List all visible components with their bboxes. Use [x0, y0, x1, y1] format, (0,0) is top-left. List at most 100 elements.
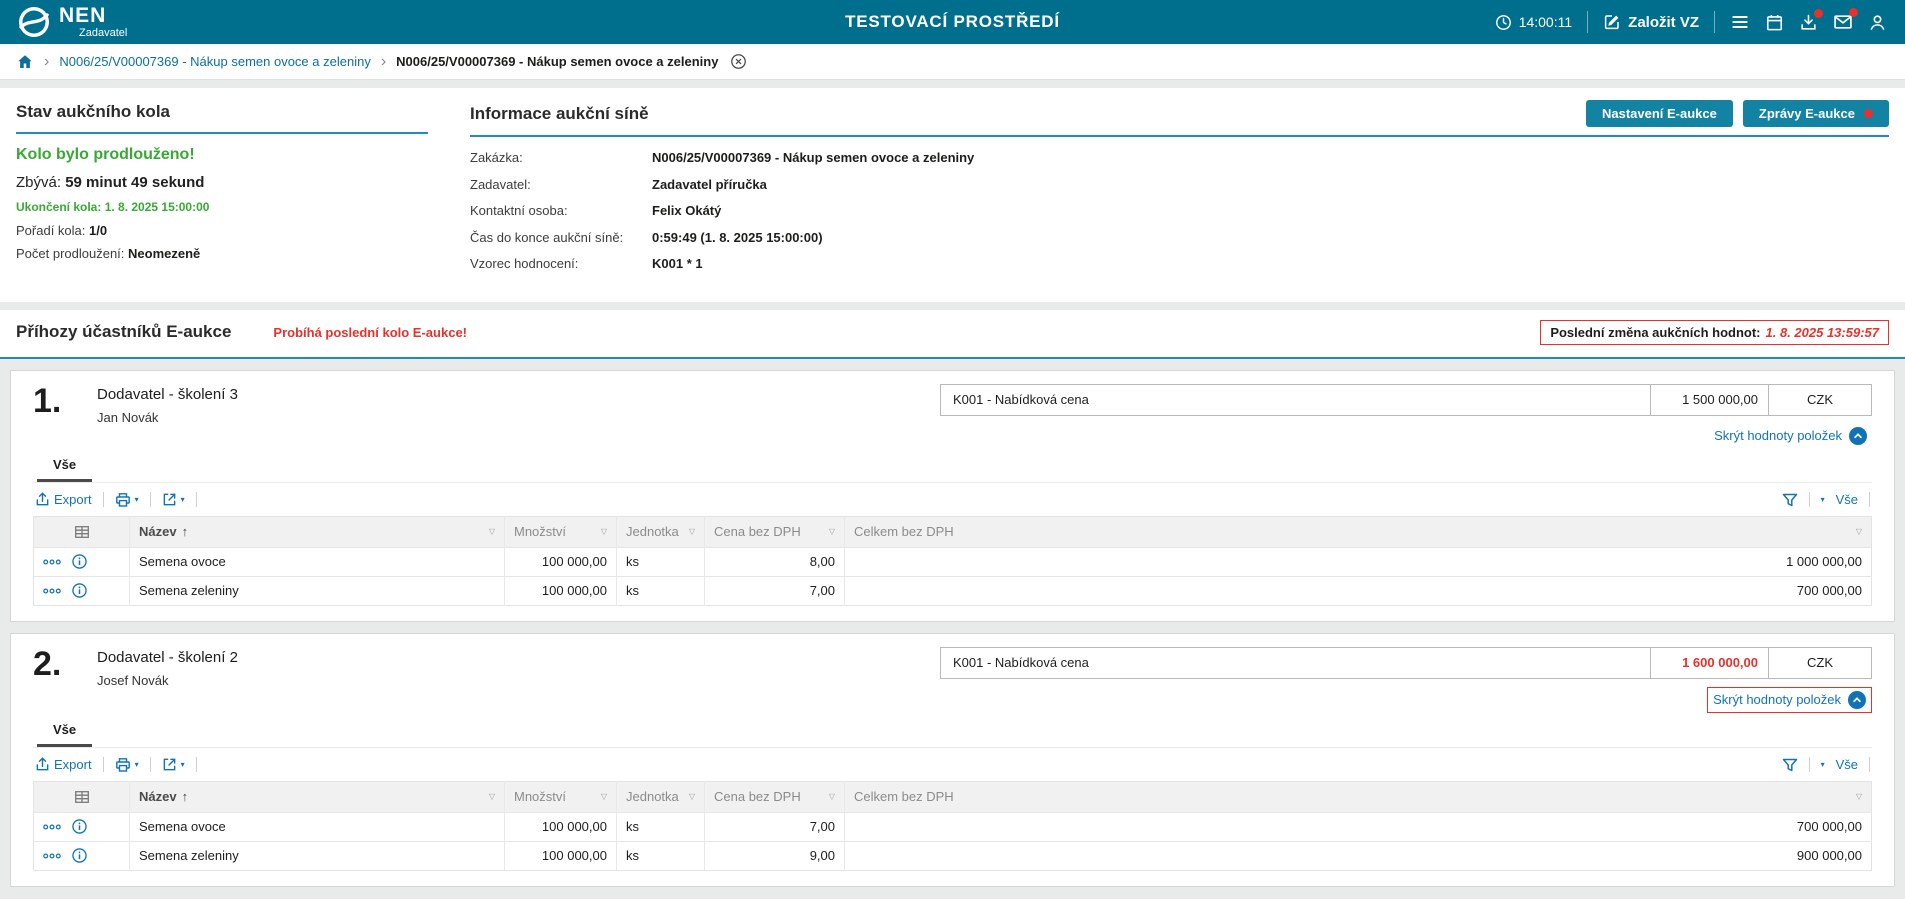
messages-button[interactable]: [1833, 12, 1853, 32]
dropdown-caret-icon[interactable]: ▾: [135, 496, 139, 504]
export-button[interactable]: Export: [35, 757, 92, 772]
column-settings-header[interactable]: [34, 516, 130, 547]
column-header-unit-price[interactable]: Cena bez DPH▽: [705, 781, 845, 812]
item-unit: ks: [617, 547, 705, 576]
participant-company: Dodavatel - školení 3: [97, 386, 238, 403]
filter-caret-icon[interactable]: ▽: [1856, 528, 1862, 536]
show-all-link[interactable]: Vše: [1836, 492, 1858, 507]
create-vz-button[interactable]: Založit VZ: [1603, 13, 1699, 31]
item-unit: ks: [617, 576, 705, 605]
column-header-quantity[interactable]: Množství▽: [505, 516, 617, 547]
dropdown-caret-icon[interactable]: ▾: [135, 761, 139, 769]
notification-dot: [1849, 8, 1858, 17]
info-panel-title: Informace aukční síně: [470, 104, 649, 124]
bid-value: 1 600 000,00: [1651, 648, 1769, 678]
sort-asc-icon: ↑: [182, 789, 189, 804]
dropdown-caret-icon: ▾: [1821, 496, 1825, 504]
view-dropdown[interactable]: ▾: [1821, 496, 1825, 504]
column-header-unit[interactable]: Jednotka▽: [617, 781, 705, 812]
table-grid-icon[interactable]: [74, 524, 90, 540]
column-header-total[interactable]: Celkem bez DPH▽: [845, 781, 1872, 812]
item-name: Semena ovoce: [130, 547, 505, 576]
info-icon[interactable]: [72, 848, 87, 863]
share-export-button[interactable]: ▾: [162, 492, 185, 507]
downloads-button[interactable]: [1799, 13, 1818, 32]
items-table: Název↑ ▽ Množství▽ Jednotka▽ Cena bez DP…: [33, 516, 1872, 606]
filter-caret-icon[interactable]: ▽: [829, 528, 835, 536]
dropdown-caret-icon[interactable]: ▾: [181, 496, 185, 504]
auction-settings-button[interactable]: Nastavení E-aukce: [1586, 100, 1733, 127]
separator: [1809, 757, 1810, 772]
auction-messages-button[interactable]: Zprávy E-aukce: [1743, 100, 1889, 127]
export-button[interactable]: Export: [35, 492, 92, 507]
filter-caret-icon[interactable]: ▽: [689, 793, 695, 801]
column-settings-header[interactable]: [34, 781, 130, 812]
column-header-name[interactable]: Název↑ ▽: [130, 516, 505, 547]
home-icon[interactable]: [16, 53, 34, 71]
item-unit: ks: [617, 841, 705, 870]
filter-caret-icon[interactable]: ▽: [1856, 793, 1862, 801]
hide-values-link[interactable]: Skrýt hodnoty položek: [1714, 428, 1842, 443]
column-header-name[interactable]: Název↑ ▽: [130, 781, 505, 812]
chevron-right-icon: ›: [44, 54, 49, 70]
participant-card: 2. Dodavatel - školení 2 Josef Novák K00…: [10, 633, 1895, 887]
item-quantity: 100 000,00: [505, 547, 617, 576]
edit-icon: [1603, 13, 1621, 31]
app-logo[interactable]: NEN Zadavatel: [18, 5, 127, 39]
item-total: 700 000,00: [845, 576, 1872, 605]
print-button[interactable]: ▾: [115, 757, 139, 773]
share-export-button[interactable]: ▾: [162, 757, 185, 772]
brand-name: NEN: [59, 5, 127, 26]
menu-button[interactable]: [1730, 12, 1750, 32]
collapse-up-icon[interactable]: [1849, 427, 1867, 445]
column-header-quantity[interactable]: Množství▽: [505, 781, 617, 812]
close-tab-icon[interactable]: [730, 53, 747, 70]
clock-icon: [1495, 14, 1512, 31]
print-button[interactable]: ▾: [115, 492, 139, 508]
table-header-row: Název↑ ▽ Množství▽ Jednotka▽ Cena bez DP…: [34, 781, 1872, 812]
tab-all[interactable]: Vše: [37, 717, 92, 747]
info-icon[interactable]: [72, 554, 87, 569]
calendar-button[interactable]: [1765, 13, 1784, 32]
participant-card: 1. Dodavatel - školení 3 Jan Novák K001 …: [10, 370, 1895, 622]
show-all-link[interactable]: Vše: [1836, 757, 1858, 772]
table-grid-icon[interactable]: [74, 789, 90, 805]
collapse-up-icon[interactable]: [1848, 691, 1866, 709]
tab-all[interactable]: Vše: [37, 452, 92, 482]
breadcrumb-parent-link[interactable]: N006/25/V00007369 - Nákup semen ovoce a …: [59, 54, 371, 69]
filter-caret-icon[interactable]: ▽: [601, 528, 607, 536]
filter-caret-icon[interactable]: ▽: [601, 793, 607, 801]
row-actions-icon[interactable]: [43, 558, 61, 566]
item-quantity: 100 000,00: [505, 812, 617, 841]
column-header-unit[interactable]: Jednotka▽: [617, 516, 705, 547]
table-row: Semena ovoce 100 000,00 ks 8,00 1 000 00…: [34, 547, 1872, 576]
info-icon[interactable]: [72, 819, 87, 834]
filter-button[interactable]: [1782, 757, 1798, 773]
time-remaining: Zbývá: 59 minut 49 sekund: [16, 174, 428, 191]
info-icon[interactable]: [72, 583, 87, 598]
item-name: Semena zeleniny: [130, 841, 505, 870]
hide-values-control[interactable]: Skrýt hodnoty položek: [1709, 424, 1872, 448]
dropdown-caret-icon[interactable]: ▾: [181, 761, 185, 769]
hide-values-link[interactable]: Skrýt hodnoty položek: [1713, 692, 1841, 707]
participant-contact: Josef Novák: [97, 673, 238, 688]
filter-caret-icon[interactable]: ▽: [489, 793, 495, 801]
filter-button[interactable]: [1782, 492, 1798, 508]
column-header-unit-price[interactable]: Cena bez DPH▽: [705, 516, 845, 547]
row-actions-icon[interactable]: [43, 823, 61, 831]
user-icon: [1868, 13, 1887, 32]
filter-caret-icon[interactable]: ▽: [689, 528, 695, 536]
view-dropdown[interactable]: ▾: [1821, 761, 1825, 769]
printer-icon: [115, 757, 131, 773]
separator: [196, 492, 197, 507]
info-row: Zadavatel: Zadavatel příručka: [470, 176, 1889, 194]
hide-values-control[interactable]: Skrýt hodnoty položek: [1707, 687, 1872, 713]
extension-count: Počet prodloužení: Neomezeně: [16, 246, 428, 261]
filter-caret-icon[interactable]: ▽: [829, 793, 835, 801]
filter-caret-icon[interactable]: ▽: [489, 528, 495, 536]
separator: [150, 492, 151, 507]
column-header-total[interactable]: Celkem bez DPH▽: [845, 516, 1872, 547]
row-actions-icon[interactable]: [43, 587, 61, 595]
row-actions-icon[interactable]: [43, 852, 61, 860]
profile-button[interactable]: [1868, 13, 1887, 32]
